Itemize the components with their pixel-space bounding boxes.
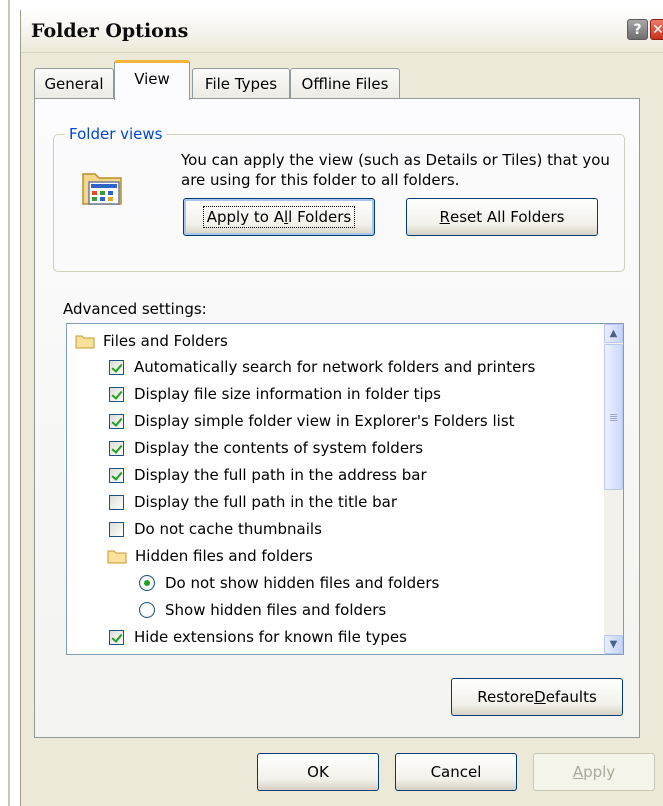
folder-views-icon — [82, 173, 122, 205]
restore-defaults-button[interactable]: Restore Defaults — [451, 678, 623, 716]
help-icon: ? — [633, 21, 642, 38]
tree-label: Files and Folders — [103, 332, 228, 350]
checkbox-unchecked[interactable] — [109, 494, 124, 510]
tree-label: Hidden files and folders — [135, 547, 313, 565]
scroll-thumb[interactable] — [604, 344, 623, 490]
tree-folder-files-and-folders: Files and Folders — [75, 328, 228, 354]
setting-show-hidden[interactable]: Show hidden files and folders — [139, 597, 386, 623]
chevron-down-icon: ▼ — [609, 639, 618, 650]
folder-views-description: You can apply the view (such as Details … — [181, 151, 610, 189]
button-label: OK — [307, 763, 329, 781]
tab-offline-files[interactable]: Offline Files — [290, 68, 400, 98]
screenshot: Folder Options ? ✕ General View File Typ… — [0, 0, 663, 806]
background-divider — [8, 0, 10, 806]
apply-to-all-folders-button[interactable]: Apply to All Folders — [183, 198, 375, 236]
setting-simple-folder-view[interactable]: Display simple folder view in Explorer's… — [109, 408, 515, 434]
apply-button[interactable]: Apply — [533, 753, 655, 791]
tab-view[interactable]: View — [114, 60, 190, 100]
setting-label: Hide extensions for known file types — [134, 628, 407, 646]
setting-label: Automatically search for network folders… — [134, 358, 536, 376]
folder-options-dialog: Folder Options ? ✕ General View File Typ… — [20, 10, 663, 806]
accelerator-key: D — [534, 688, 546, 706]
grip-icon — [610, 413, 617, 421]
tree-folder-hidden-files: Hidden files and folders — [107, 543, 313, 569]
checkbox-checked[interactable] — [109, 629, 124, 645]
scroll-down-button[interactable]: ▼ — [604, 635, 623, 654]
setting-do-not-show-hidden[interactable]: Do not show hidden files and folders — [139, 570, 439, 596]
scroll-up-button[interactable]: ▲ — [604, 324, 623, 343]
close-icon: ✕ — [652, 21, 663, 38]
tab-label: Offline Files — [301, 74, 389, 93]
checkbox-unchecked[interactable] — [109, 521, 124, 537]
button-label: Cancel — [430, 763, 482, 781]
checkbox-checked[interactable] — [109, 413, 124, 429]
help-button[interactable]: ? — [627, 19, 648, 40]
folder-views-legend: Folder views — [65, 125, 167, 143]
button-label-part: Restore — [477, 688, 535, 706]
setting-hide-extensions[interactable]: Hide extensions for known file types — [109, 624, 407, 650]
setting-label: Display file size information in folder … — [134, 385, 442, 403]
radio-selected[interactable] — [139, 575, 155, 591]
setting-full-path-address-bar[interactable]: Display the full path in the address bar — [109, 462, 427, 488]
setting-label: Display the full path in the title bar — [134, 493, 398, 511]
checkbox-checked[interactable] — [109, 359, 124, 375]
accelerator-key: R — [439, 208, 450, 226]
checkbox-checked[interactable] — [109, 440, 124, 456]
ok-button[interactable]: OK — [257, 753, 379, 791]
window-title: Folder Options — [31, 20, 189, 42]
tab-label: File Types — [204, 74, 278, 93]
setting-no-cache-thumbnails[interactable]: Do not cache thumbnails — [109, 516, 322, 542]
folder-icon — [75, 335, 95, 348]
setting-label: Display the contents of system folders — [134, 439, 424, 457]
setting-label: Do not show hidden files and folders — [165, 574, 440, 592]
setting-label: Do not cache thumbnails — [134, 520, 322, 538]
folder-icon — [107, 550, 127, 563]
tab-file-types[interactable]: File Types — [192, 68, 290, 98]
setting-system-folder-contents[interactable]: Display the contents of system folders — [109, 435, 423, 461]
tab-label: General — [44, 74, 104, 93]
radio-unselected[interactable] — [139, 602, 155, 618]
focus-indicator: Apply to All Folders — [202, 206, 356, 228]
chevron-up-icon: ▲ — [609, 328, 618, 339]
button-label-part: eset All Folders — [449, 208, 565, 226]
setting-label: Show hidden files and folders — [165, 601, 387, 619]
vertical-scrollbar[interactable]: ▲ ▼ — [604, 324, 623, 654]
button-label-part: efaults — [545, 688, 597, 706]
reset-all-folders-button[interactable]: Reset All Folders — [406, 198, 598, 236]
setting-auto-search-network[interactable]: Automatically search for network folders… — [109, 354, 535, 380]
advanced-settings-list[interactable]: Files and Folders Automatically search f… — [66, 323, 624, 655]
checkbox-checked[interactable] — [109, 467, 124, 483]
setting-label: Display simple folder view in Explorer's… — [134, 412, 515, 430]
setting-file-size-tips[interactable]: Display file size information in folder … — [109, 381, 441, 407]
setting-label: Display the full path in the address bar — [134, 466, 427, 484]
cancel-button[interactable]: Cancel — [395, 753, 517, 791]
button-label-part: Apply to A — [206, 208, 284, 226]
advanced-settings-label: Advanced settings: — [63, 300, 207, 318]
title-bar[interactable]: Folder Options ? ✕ — [21, 10, 663, 53]
tab-general[interactable]: General — [34, 68, 114, 98]
tab-label: View — [134, 69, 170, 88]
button-label-part: l Folders — [288, 208, 352, 226]
button-label-part: pply — [583, 763, 616, 781]
setting-full-path-title-bar[interactable]: Display the full path in the title bar — [109, 489, 397, 515]
checkbox-checked[interactable] — [109, 386, 124, 402]
accelerator-key: A — [572, 763, 584, 781]
close-button[interactable]: ✕ — [650, 19, 663, 40]
